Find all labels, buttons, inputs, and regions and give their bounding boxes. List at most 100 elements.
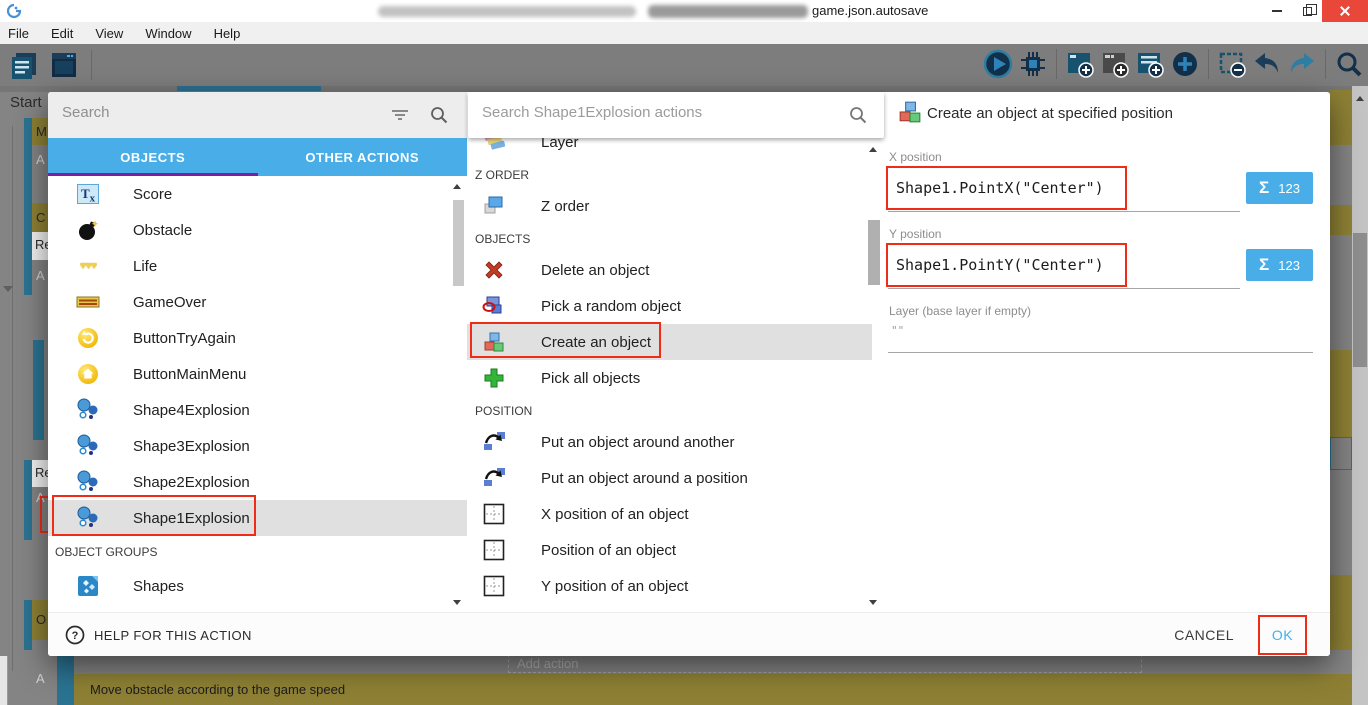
tab-start[interactable]: Start [10, 94, 42, 111]
x-position-input[interactable]: Shape1.PointX("Center") [896, 179, 1104, 197]
sigma-icon: Σ [1259, 178, 1269, 198]
position-grid-icon [481, 575, 507, 597]
particle-emitter-icon [76, 470, 100, 494]
object-group-icon [76, 575, 100, 597]
ok-button[interactable]: OK [1272, 627, 1293, 643]
action-editor-dialog: OBJECTS OTHER ACTIONS Tx Score [48, 92, 1330, 656]
list-scrollbar-thumb[interactable] [453, 200, 464, 286]
menu-file[interactable]: File [8, 26, 29, 41]
add-subevent-button[interactable] [1100, 49, 1130, 79]
object-row-obstacle[interactable]: Obstacle [48, 212, 467, 248]
x-expression-editor-button[interactable]: Σ 123 [1246, 172, 1313, 204]
title-bar: game.json.autosave [0, 0, 1368, 22]
event-fragment: C [36, 210, 45, 225]
section-header-position: POSITION [467, 396, 872, 424]
main-scrollbar-thumb[interactable] [1353, 233, 1367, 367]
object-row-shape1explosion[interactable]: Shape1Explosion [48, 500, 467, 536]
gdevelop-logo-icon [6, 3, 22, 19]
add-action-button[interactable]: Add action [508, 654, 1142, 673]
menu-view[interactable]: View [95, 26, 123, 41]
layer-label: Layer (base layer if empty) [889, 304, 1031, 318]
list-scroll-down-icon[interactable] [453, 600, 461, 605]
delete-object-icon [481, 259, 507, 281]
scroll-up-icon[interactable] [1356, 96, 1364, 101]
object-row-shape4explosion[interactable]: Shape4Explosion [48, 392, 467, 428]
menu-window[interactable]: Window [145, 26, 191, 41]
sigma-icon: Σ [1259, 255, 1269, 275]
filter-icon[interactable] [391, 107, 409, 123]
action-row-x-position[interactable]: X position of an object [467, 496, 872, 532]
pick-random-object-icon [481, 294, 507, 318]
active-tab-indicator [177, 86, 321, 91]
y-expression-editor-button[interactable]: Σ 123 [1246, 249, 1313, 281]
object-row-buttontryagain[interactable]: ButtonTryAgain [48, 320, 467, 356]
remove-event-button[interactable] [1217, 49, 1247, 79]
list-scroll-up-icon[interactable] [453, 184, 461, 189]
actions-panel: Layer Z ORDER Z order OBJECTS [467, 92, 885, 612]
add-comment-button[interactable] [1135, 49, 1165, 79]
event-comment-text: Move obstacle according to the game spee… [90, 682, 345, 697]
action-list: Layer Z ORDER Z order OBJECTS [467, 92, 872, 604]
help-button[interactable]: ? HELP FOR THIS ACTION [65, 613, 252, 657]
event-fragment: A [36, 268, 45, 283]
dialog-footer: ? HELP FOR THIS ACTION CANCEL OK [48, 612, 1330, 656]
section-header-objects: OBJECTS [467, 224, 872, 252]
action-search-box [468, 92, 884, 138]
particle-emitter-icon [76, 434, 100, 458]
minimize-button[interactable] [1262, 0, 1292, 22]
tab-other-actions[interactable]: OTHER ACTIONS [258, 138, 468, 176]
event-comment-bar: Move obstacle according to the game spee… [74, 674, 1352, 705]
action-title: Create an object at specified position [927, 105, 1173, 122]
undo-button[interactable] [1252, 49, 1282, 79]
put-around-icon [481, 466, 507, 490]
cancel-button[interactable]: CANCEL [1174, 613, 1234, 657]
object-row-life[interactable]: ♥♥♥ Life [48, 248, 467, 284]
menu-edit[interactable]: Edit [51, 26, 73, 41]
layer-input[interactable]: "" [891, 324, 904, 337]
y-position-input[interactable]: Shape1.PointY("Center") [896, 256, 1104, 274]
create-object-icon [481, 331, 507, 353]
main-scrollbar[interactable] [1352, 86, 1368, 705]
z-order-icon [481, 194, 507, 218]
action-scroll-up-icon[interactable] [869, 147, 877, 152]
action-row-create-object[interactable]: Create an object [467, 324, 872, 360]
redo-button[interactable] [1287, 49, 1317, 79]
group-row-shapes[interactable]: Shapes [48, 568, 467, 604]
action-row-pick-random[interactable]: Pick a random object [467, 288, 872, 324]
action-row-position[interactable]: Position of an object [467, 532, 872, 568]
object-row-buttonmainmenu[interactable]: ButtonMainMenu [48, 356, 467, 392]
debug-button[interactable] [1018, 49, 1048, 79]
tab-objects[interactable]: OBJECTS [48, 138, 258, 176]
retry-button-icon [76, 326, 100, 350]
restore-button[interactable] [1292, 0, 1322, 22]
action-row-put-around-another[interactable]: Put an object around another [467, 424, 872, 460]
search-events-button[interactable] [1334, 49, 1364, 79]
object-row-gameover[interactable]: GameOver [48, 284, 467, 320]
background-field-box [1330, 437, 1352, 470]
events-sheet-icon[interactable] [8, 49, 40, 81]
add-event-button[interactable] [1065, 49, 1095, 79]
action-row-zorder[interactable]: Z order [467, 188, 872, 224]
object-row-score[interactable]: Tx Score [48, 176, 467, 212]
search-icon[interactable] [848, 105, 868, 125]
action-row-y-position[interactable]: Y position of an object [467, 568, 872, 604]
game-over-banner-icon [76, 295, 100, 309]
action-row-pick-all[interactable]: Pick all objects [467, 360, 872, 396]
action-row-delete-object[interactable]: Delete an object [467, 252, 872, 288]
menu-help[interactable]: Help [214, 26, 241, 41]
search-icon[interactable] [429, 105, 449, 125]
help-icon: ? [65, 625, 85, 645]
play-button[interactable] [983, 49, 1013, 79]
object-search-input[interactable] [62, 104, 362, 121]
collapse-arrow-icon[interactable] [3, 286, 13, 292]
add-new-button[interactable] [1170, 49, 1200, 79]
object-row-shape2explosion[interactable]: Shape2Explosion [48, 464, 467, 500]
scene-window-icon[interactable] [48, 49, 80, 81]
action-scrollbar-thumb[interactable] [868, 220, 880, 285]
action-row-put-around-position[interactable]: Put an object around a position [467, 460, 872, 496]
action-search-input[interactable] [482, 104, 812, 121]
ok-highlight-box: OK [1258, 615, 1307, 655]
object-row-shape3explosion[interactable]: Shape3Explosion [48, 428, 467, 464]
close-button[interactable] [1322, 0, 1368, 22]
action-scroll-down-icon[interactable] [869, 600, 877, 605]
